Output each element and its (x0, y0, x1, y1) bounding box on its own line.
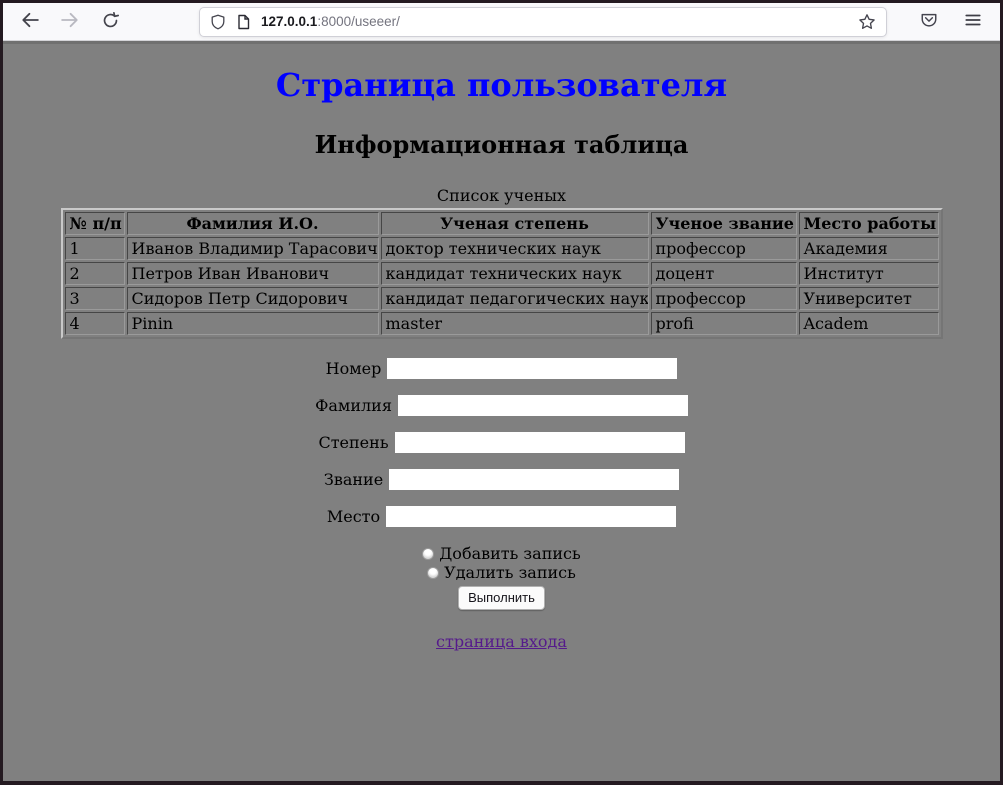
number-label: Номер (326, 359, 382, 378)
table-cell: кандидат педагогических наук (381, 287, 649, 310)
add-record-radio[interactable] (422, 548, 434, 560)
table-cell: master (381, 312, 649, 335)
place-label: Место (327, 507, 380, 526)
table-cell: 3 (65, 287, 125, 310)
record-form: Номер Фамилия Степень Звание Место Добав… (3, 357, 1000, 610)
url-text: 127.0.0.1:8000/useeer/ (261, 14, 850, 29)
table-cell: Сидоров Петр Сидорович (127, 287, 379, 310)
table-cell: Институт (799, 262, 939, 285)
browser-toolbar: 127.0.0.1:8000/useeer/ (3, 3, 1000, 41)
surname-label: Фамилия (315, 396, 392, 415)
url-bar[interactable]: 127.0.0.1:8000/useeer/ (199, 7, 887, 37)
table-cell: доктор технических наук (381, 237, 649, 260)
menu-button[interactable] (958, 7, 988, 37)
back-button[interactable] (15, 7, 45, 37)
column-header: № п/п (65, 212, 125, 235)
table-cell: Академия (799, 237, 939, 260)
login-page-link[interactable]: страница входа (436, 632, 567, 651)
hamburger-menu-icon (964, 11, 982, 32)
rank-label: Звание (324, 470, 383, 489)
page-subtitle: Информационная таблица (3, 130, 1000, 159)
column-header: Фамилия И.О. (127, 212, 379, 235)
table-cell: Academ (799, 312, 939, 335)
page-title: Страница пользователя (3, 66, 1000, 104)
field-row-number: Номер (3, 357, 1000, 378)
shield-icon (210, 14, 226, 30)
execute-button[interactable]: Выполнить (458, 586, 545, 610)
column-header: Место работы (799, 212, 939, 235)
field-row-degree: Степень (3, 431, 1000, 452)
table-cell: профессор (651, 287, 797, 310)
table-cell: доцент (651, 262, 797, 285)
page-icon (236, 14, 251, 30)
table-cell: 4 (65, 312, 125, 335)
table-header-row: № п/п Фамилия И.О. Ученая степень Ученое… (65, 212, 939, 235)
degree-input[interactable] (395, 432, 685, 453)
table-cell: 1 (65, 237, 125, 260)
table-row: 1 Иванов Владимир Тарасович доктор техни… (65, 237, 939, 260)
column-header: Ученая степень (381, 212, 649, 235)
table-row: 2 Петров Иван Иванович кандидат техничес… (65, 262, 939, 285)
reload-button[interactable] (95, 7, 125, 37)
reload-icon (102, 12, 119, 32)
forward-arrow-icon (61, 11, 79, 32)
add-record-label: Добавить запись (439, 544, 580, 563)
table-caption: Список ученых (3, 186, 1000, 205)
field-row-surname: Фамилия (3, 394, 1000, 415)
table-cell: кандидат технических наук (381, 262, 649, 285)
field-row-place: Место (3, 505, 1000, 526)
table-row: 4 Pinin master profi Academ (65, 312, 939, 335)
table-cell: Петров Иван Иванович (127, 262, 379, 285)
pocket-button[interactable] (914, 7, 944, 37)
delete-record-radio[interactable] (427, 567, 439, 579)
column-header: Ученое звание (651, 212, 797, 235)
table-cell: 2 (65, 262, 125, 285)
radio-row-delete: Удалить запись (3, 563, 1000, 582)
toolbar-right-buttons (900, 7, 988, 37)
url-host: 127.0.0.1 (261, 14, 317, 29)
login-page-link-row: страница входа (3, 632, 1000, 651)
table-cell: Pinin (127, 312, 379, 335)
place-input[interactable] (386, 506, 676, 527)
back-arrow-icon (21, 11, 39, 32)
bookmark-star-icon[interactable] (858, 13, 876, 31)
rank-input[interactable] (389, 469, 679, 490)
url-path: :8000/useeer/ (317, 14, 400, 29)
table-cell: Университет (799, 287, 939, 310)
field-row-rank: Звание (3, 468, 1000, 489)
radio-row-add: Добавить запись (3, 544, 1000, 563)
pocket-icon (920, 11, 938, 32)
table-cell: Иванов Владимир Тарасович (127, 237, 379, 260)
table-cell: профессор (651, 237, 797, 260)
surname-input[interactable] (398, 395, 688, 416)
table-cell: profi (651, 312, 797, 335)
browser-window: 127.0.0.1:8000/useeer/ Страница пользова… (0, 0, 1003, 785)
forward-button[interactable] (55, 7, 85, 37)
scientists-table: № п/п Фамилия И.О. Ученая степень Ученое… (61, 208, 943, 339)
table-row: 3 Сидоров Петр Сидорович кандидат педаго… (65, 287, 939, 310)
number-input[interactable] (387, 358, 677, 379)
delete-record-label: Удалить запись (444, 563, 576, 582)
page-content: Страница пользователя Информационная таб… (3, 44, 1000, 781)
degree-label: Степень (318, 433, 388, 452)
